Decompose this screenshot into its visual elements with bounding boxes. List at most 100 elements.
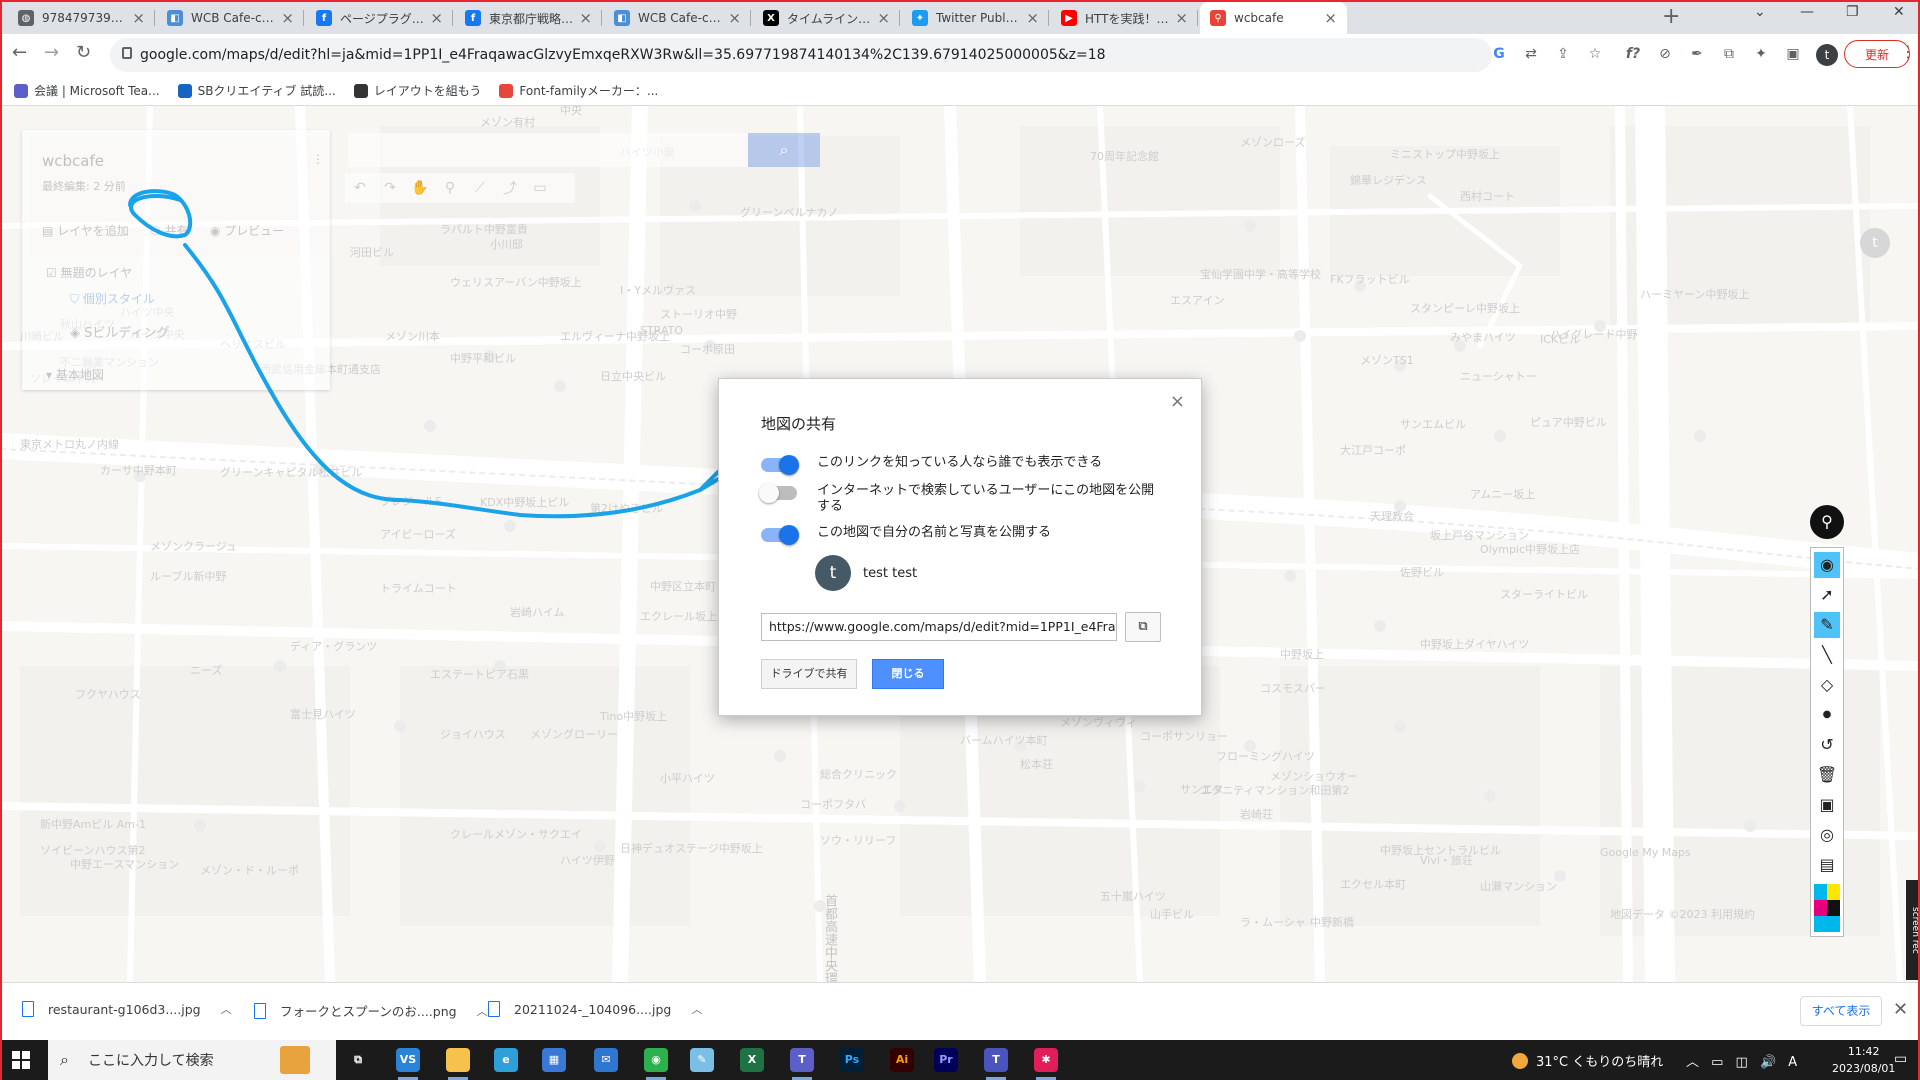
- tab-2[interactable]: ◧ WCB Cafe-contact ×: [157, 2, 304, 34]
- bookmark-3[interactable]: レイアウトを組もう: [353, 82, 481, 99]
- slack-icon[interactable]: ✱: [1034, 1048, 1058, 1080]
- download-item[interactable]: restaurant-g106d3....jpg ︿: [22, 1001, 232, 1017]
- chrome-icon[interactable]: ◉: [644, 1048, 668, 1080]
- place-item[interactable]: ◈ Sビルディング: [70, 322, 169, 341]
- share-icon[interactable]: ⇪: [1554, 45, 1572, 63]
- close-downloads-icon[interactable]: ✕: [1893, 999, 1908, 1020]
- extensions-puzzle-icon[interactable]: ✦: [1752, 45, 1770, 63]
- clipboard-icon[interactable]: ▤: [1814, 852, 1840, 878]
- show-profile-toggle[interactable]: [761, 525, 799, 545]
- map-title[interactable]: wcbcafe: [42, 152, 104, 170]
- pin-icon[interactable]: ⚲: [1810, 505, 1844, 539]
- close-tab-icon[interactable]: ×: [579, 9, 592, 27]
- tab-9[interactable]: ⚲ wcbcafe ×: [1200, 2, 1347, 34]
- add-layer-button[interactable]: ▤ レイヤを追加: [42, 222, 129, 239]
- panel-menu-icon[interactable]: ⋮: [312, 152, 324, 166]
- close-tab-icon[interactable]: ×: [132, 9, 145, 27]
- public-search-toggle[interactable]: [759, 483, 797, 503]
- cursor-icon[interactable]: ➚: [1814, 582, 1840, 608]
- system-tray[interactable]: ︿ ▭ ◫ 🔊 A: [1686, 1051, 1801, 1070]
- layer-checkbox[interactable]: ☑ 無題のレイヤ: [46, 264, 132, 281]
- base-map-toggle[interactable]: ▾ 基本地図: [46, 366, 104, 383]
- share-via-drive-button[interactable]: ドライブで共有: [761, 659, 857, 689]
- line-icon[interactable]: ╲: [1814, 642, 1840, 668]
- eraser-icon[interactable]: ◇: [1814, 672, 1840, 698]
- tab-4[interactable]: f 東京都庁戦略広報課 | Fac ×: [455, 2, 602, 34]
- share-link-field[interactable]: https://www.google.com/maps/d/edit?mid=1…: [761, 613, 1117, 641]
- briefcase-icon[interactable]: [280, 1046, 310, 1074]
- trash-icon[interactable]: 🗑: [1814, 762, 1840, 788]
- draw-line-icon[interactable]: ⟋: [465, 180, 495, 196]
- dialog-close-button[interactable]: 閉じる: [872, 659, 944, 689]
- edge-icon[interactable]: e: [494, 1048, 518, 1072]
- mail-icon[interactable]: ✉: [594, 1048, 618, 1072]
- notepad-icon[interactable]: ✎: [690, 1048, 714, 1072]
- chevron-up-icon[interactable]: ︿: [221, 1001, 232, 1017]
- weather-widget[interactable]: 31°C くもりのち晴れ: [1512, 1051, 1663, 1070]
- teams-chat-icon[interactable]: T: [984, 1048, 1008, 1080]
- tab-5[interactable]: ◧ WCB Cafe-contact ×: [604, 2, 751, 34]
- close-tab-icon[interactable]: ×: [877, 9, 890, 27]
- vscode-icon[interactable]: VS: [396, 1048, 420, 1080]
- back-button[interactable]: ←: [12, 42, 27, 63]
- close-tab-icon[interactable]: ×: [281, 9, 294, 27]
- file-explorer-icon[interactable]: [446, 1048, 470, 1080]
- close-tab-icon[interactable]: ×: [728, 9, 741, 27]
- extension-compass-icon[interactable]: ⊘: [1656, 45, 1674, 63]
- highlighter-icon[interactable]: ✎: [1814, 612, 1840, 638]
- close-tab-icon[interactable]: ×: [430, 9, 443, 27]
- close-tab-icon[interactable]: ×: [1026, 9, 1039, 27]
- undo-icon[interactable]: ↺: [1814, 732, 1840, 758]
- tab-1[interactable]: ◍ 9784797398892.pdf ×: [8, 2, 155, 34]
- camera-icon[interactable]: ◎: [1814, 822, 1840, 848]
- premiere-icon[interactable]: Pr: [934, 1048, 958, 1072]
- clock[interactable]: 11:42 2023/08/01: [1832, 1043, 1895, 1077]
- store-icon[interactable]: ▦: [542, 1048, 566, 1072]
- color-palette[interactable]: [1814, 884, 1840, 932]
- close-tab-icon[interactable]: ×: [1175, 9, 1188, 27]
- chevron-up-icon[interactable]: ︿: [477, 1003, 488, 1019]
- profile-avatar[interactable]: t: [1816, 44, 1838, 66]
- bookmark-1[interactable]: 会議 | Microsoft Tea...: [14, 82, 160, 99]
- dialog-close-icon[interactable]: ×: [1170, 391, 1185, 412]
- windows-start-icon[interactable]: [12, 1051, 30, 1069]
- link-sharing-toggle[interactable]: [761, 455, 799, 475]
- photoshop-icon[interactable]: Ps: [840, 1048, 864, 1072]
- screen-rec-label[interactable]: screen rec: [1906, 880, 1920, 980]
- tab-3[interactable]: f ページプラグイン - ソーシャ ×: [306, 2, 453, 34]
- forward-button[interactable]: →: [44, 42, 59, 63]
- share-button[interactable]: ⚇ 共有: [150, 222, 189, 239]
- close-window-button[interactable]: ✕: [1893, 4, 1905, 20]
- eye-icon[interactable]: ◉: [1814, 552, 1840, 578]
- bookmark-4[interactable]: Font-familyメーカー：...: [499, 82, 658, 99]
- eyedropper-icon[interactable]: ✒: [1688, 45, 1706, 63]
- undo-icon[interactable]: ↶: [345, 180, 375, 196]
- show-all-downloads-button[interactable]: すべて表示: [1800, 996, 1882, 1026]
- task-view-icon[interactable]: ⧉: [346, 1048, 370, 1072]
- bookmark-2[interactable]: SBクリエイティブ 試読...: [177, 82, 336, 99]
- extension-copy-icon[interactable]: ⧉: [1720, 45, 1738, 63]
- illustrator-icon[interactable]: Ai: [890, 1048, 914, 1072]
- menu-kebab-icon[interactable]: ⋮: [1900, 42, 1916, 61]
- tab-7[interactable]: ✦ Twitter Publish ×: [902, 2, 1049, 34]
- chevron-up-icon[interactable]: ︿: [691, 1001, 702, 1017]
- minimize-button[interactable]: —: [1800, 4, 1814, 20]
- style-link[interactable]: ⛉ 個別スタイル: [70, 290, 155, 307]
- map-account-avatar[interactable]: t: [1860, 228, 1890, 258]
- tab-8[interactable]: ▶ HTTを実践！TOKYOグ ×: [1051, 2, 1198, 34]
- restore-button[interactable]: ❐: [1846, 4, 1859, 20]
- bookmark-star-icon[interactable]: ☆: [1586, 45, 1604, 63]
- copy-link-button[interactable]: ⧉: [1125, 612, 1161, 642]
- google-lens-icon[interactable]: G: [1490, 45, 1508, 63]
- redo-icon[interactable]: ↷: [375, 180, 405, 196]
- taskbar-search[interactable]: ⌕ ここに入力して検索: [48, 1040, 336, 1080]
- marker-icon[interactable]: ⚲: [435, 180, 465, 196]
- extension-fx-icon[interactable]: f?: [1624, 45, 1642, 63]
- translate-icon[interactable]: ⇄: [1522, 45, 1540, 63]
- measure-icon[interactable]: ▭: [525, 180, 555, 196]
- excel-icon[interactable]: X: [740, 1048, 764, 1072]
- tab-6[interactable]: X タイムラインを埋め込む方 ×: [753, 2, 900, 34]
- new-tab-button[interactable]: +: [1662, 4, 1680, 29]
- screen-capture-icon[interactable]: ▣: [1814, 792, 1840, 818]
- side-panel-icon[interactable]: ▣: [1784, 45, 1802, 63]
